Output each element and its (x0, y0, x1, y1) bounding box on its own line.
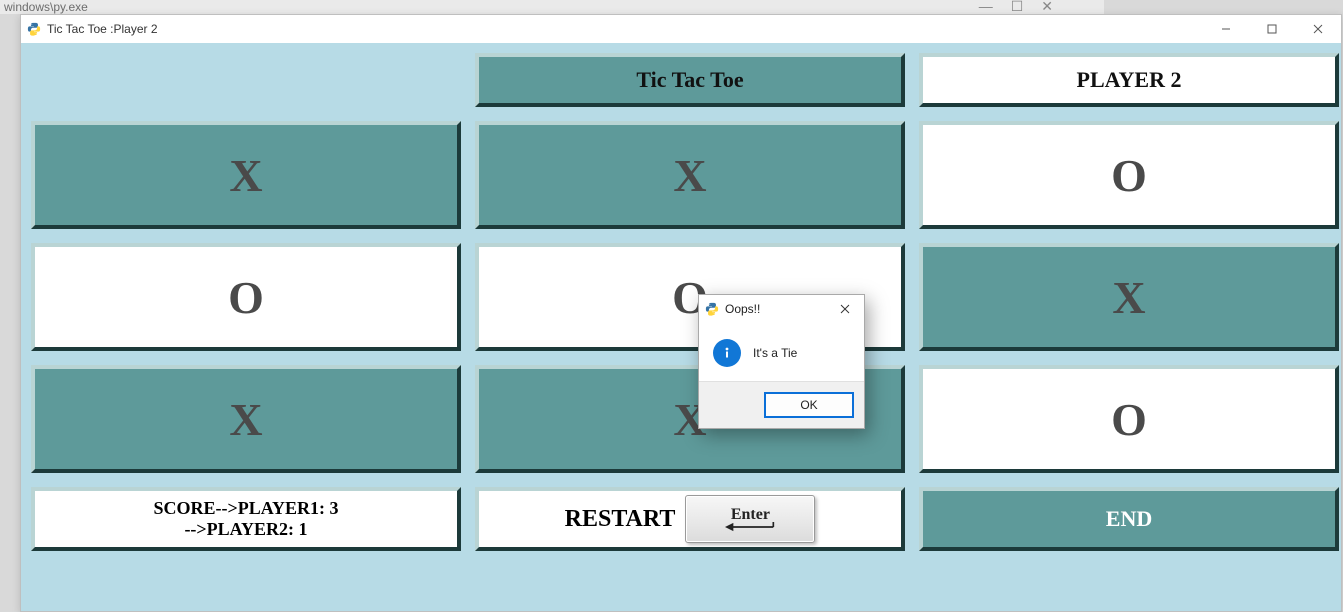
window-title: Tic Tac Toe :Player 2 (47, 22, 158, 36)
restart-panel: RESTART Enter (475, 487, 905, 551)
close-button[interactable] (1295, 15, 1341, 43)
board-cell-2[interactable]: O (919, 121, 1339, 229)
board-cell-8[interactable]: O (919, 365, 1339, 473)
minimize-button[interactable] (1203, 15, 1249, 43)
bg-minimize-icon: — (979, 0, 993, 15)
board-cell-value: X (673, 149, 706, 202)
python-icon (705, 302, 719, 316)
dialog-message: It's a Tie (753, 346, 797, 360)
maximize-button[interactable] (1249, 15, 1295, 43)
enter-arrow-icon (725, 522, 775, 532)
board-cell-value: O (228, 271, 264, 324)
end-button-label: END (1106, 506, 1152, 532)
dialog-titlebar: Oops!! (699, 295, 864, 323)
restart-label: RESTART (565, 506, 676, 533)
player-indicator-label: PLAYER 2 (1077, 67, 1182, 93)
game-title-label: Tic Tac Toe (636, 67, 743, 93)
close-icon (1313, 24, 1323, 34)
titlebar: Tic Tac Toe :Player 2 (21, 15, 1341, 44)
board-cell-value: X (229, 393, 262, 446)
info-icon (713, 339, 741, 367)
client-area: Tic Tac Toe PLAYER 2 X X O O O X X X O S… (21, 43, 1341, 611)
score-line-2: -->PLAYER2: 1 (153, 519, 338, 540)
maximize-icon (1267, 24, 1277, 34)
board-cell-0[interactable]: X (31, 121, 461, 229)
app-window: Tic Tac Toe :Player 2 Tic Tac Toe PLAYER… (20, 14, 1342, 612)
bg-maximize-icon: ☐ (1011, 0, 1024, 15)
score-line-1: SCORE-->PLAYER1: 3 (153, 498, 338, 519)
board-cell-value: X (1112, 271, 1145, 324)
background-window-path: windows\py.exe (0, 0, 1104, 14)
background-window-controls: — ☐ ✕ (979, 0, 1053, 15)
game-title-button[interactable]: Tic Tac Toe (475, 53, 905, 107)
python-icon (27, 22, 41, 36)
bg-close-icon: ✕ (1041, 0, 1053, 15)
header-spacer (31, 53, 461, 107)
player-indicator[interactable]: PLAYER 2 (919, 53, 1339, 107)
board-cell-3[interactable]: O (31, 243, 461, 351)
close-icon (840, 304, 850, 314)
board-cell-value: O (1111, 149, 1147, 202)
enter-button[interactable]: Enter (685, 495, 815, 543)
message-dialog: Oops!! It's a Tie OK (698, 294, 865, 429)
dialog-title: Oops!! (725, 302, 760, 316)
score-panel: SCORE-->PLAYER1: 3 -->PLAYER2: 1 (31, 487, 461, 551)
board-cell-6[interactable]: X (31, 365, 461, 473)
board-cell-value: O (1111, 393, 1147, 446)
minimize-icon (1221, 24, 1231, 34)
board-cell-1[interactable]: X (475, 121, 905, 229)
board-cell-value: X (229, 149, 262, 202)
editor-gutter (0, 20, 14, 612)
end-button[interactable]: END (919, 487, 1339, 551)
dialog-ok-button[interactable]: OK (764, 392, 854, 418)
board-cell-5[interactable]: X (919, 243, 1339, 351)
dialog-close-button[interactable] (832, 299, 858, 319)
dialog-ok-label: OK (800, 398, 817, 412)
